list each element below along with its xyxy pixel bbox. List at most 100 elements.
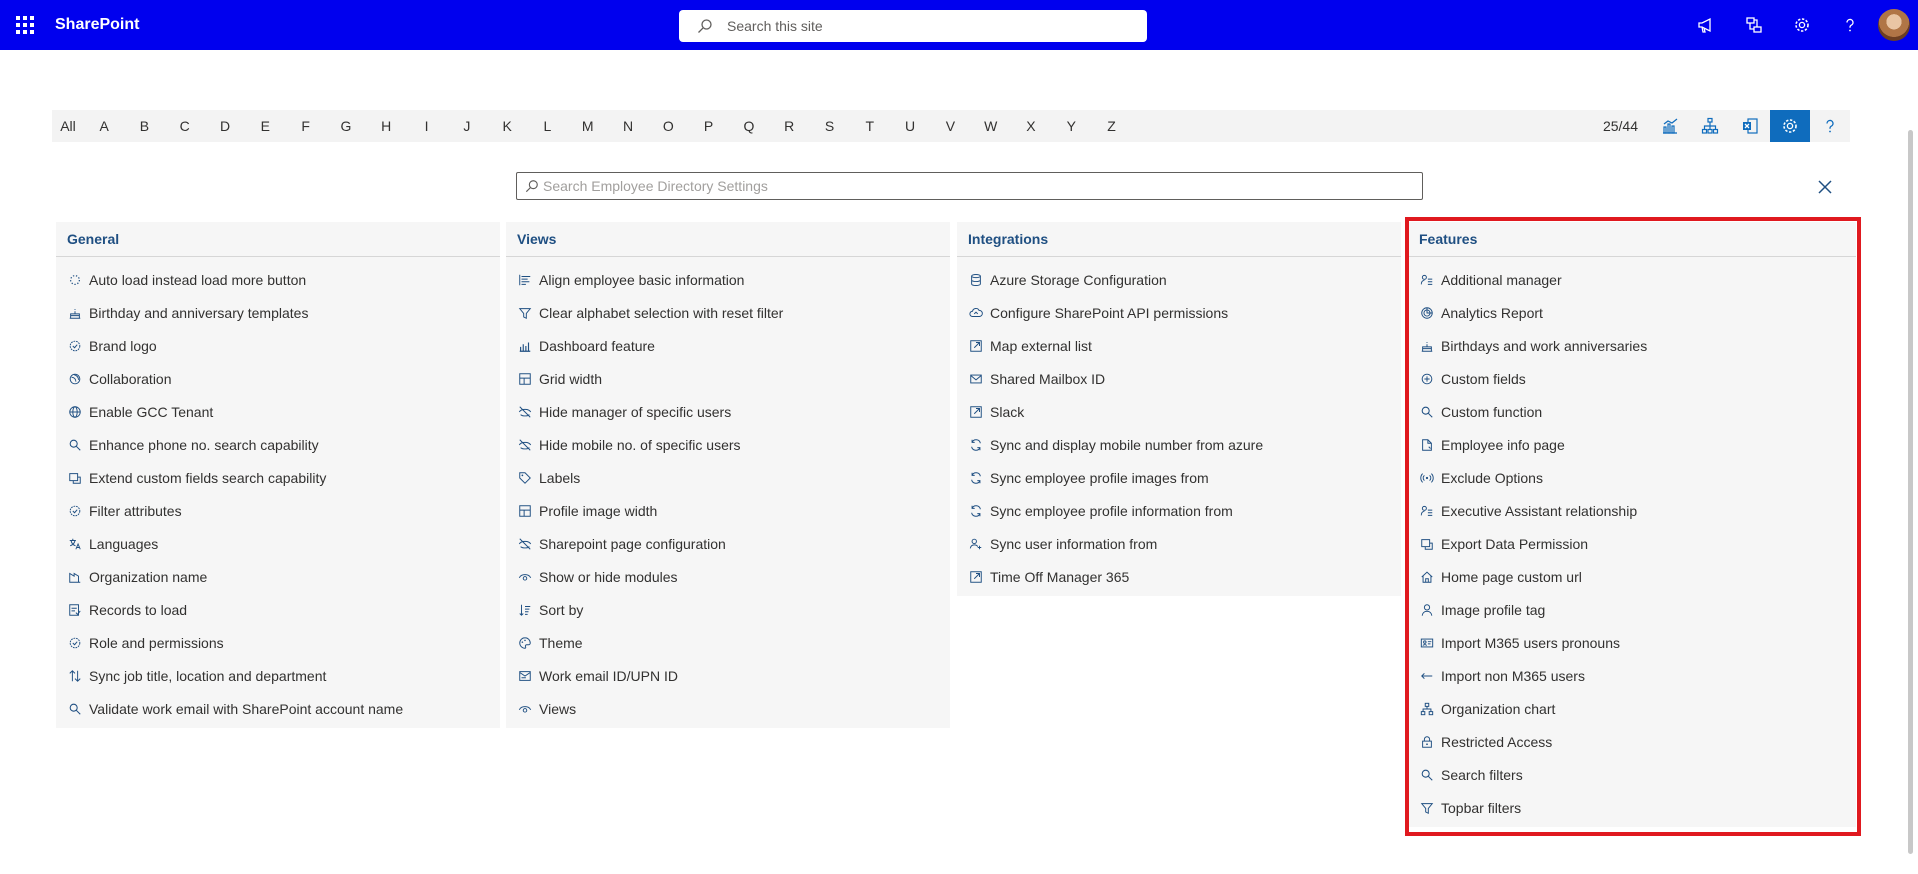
settings-item[interactable]: Birthdays and work anniversaries (1408, 329, 1856, 362)
alphabet-letter-w[interactable]: W (971, 118, 1011, 134)
settings-item[interactable]: Records to load (56, 593, 500, 626)
alphabet-letter-r[interactable]: R (769, 118, 809, 134)
alphabet-letter-e[interactable]: E (245, 118, 285, 134)
avatar[interactable] (1878, 9, 1910, 41)
settings-item[interactable]: Import M365 users pronouns (1408, 626, 1856, 659)
settings-item[interactable]: Import non M365 users (1408, 659, 1856, 692)
settings-item[interactable]: Sync employee profile information from (957, 494, 1401, 527)
settings-item[interactable]: Sort by (506, 593, 950, 626)
settings-item[interactable]: Image profile tag (1408, 593, 1856, 626)
settings-item[interactable]: Extend custom fields search capability (56, 461, 500, 494)
settings-item[interactable]: Export Data Permission (1408, 527, 1856, 560)
alphabet-letter-c[interactable]: C (165, 118, 205, 134)
alphabet-letter-m[interactable]: M (568, 118, 608, 134)
settings-item[interactable]: Azure Storage Configuration (957, 263, 1401, 296)
alphabet-letter-n[interactable]: N (608, 118, 648, 134)
settings-item[interactable]: Executive Assistant relationship (1408, 494, 1856, 527)
settings-item[interactable]: Work email ID/UPN ID (506, 659, 950, 692)
org-chart-button[interactable] (1690, 110, 1730, 142)
settings-item[interactable]: Collaboration (56, 362, 500, 395)
settings-item[interactable]: Sync job title, location and department (56, 659, 500, 692)
settings-toggle-button[interactable] (1770, 110, 1810, 142)
settings-item[interactable]: Hide manager of specific users (506, 395, 950, 428)
alphabet-letter-f[interactable]: F (285, 118, 325, 134)
settings-item[interactable]: Brand logo (56, 329, 500, 362)
settings-item[interactable]: Sync employee profile images from (957, 461, 1401, 494)
settings-item[interactable]: Sync user information from (957, 527, 1401, 560)
settings-item[interactable]: Employee info page (1408, 428, 1856, 461)
site-search-box[interactable]: Search this site (679, 10, 1147, 42)
settings-item[interactable]: Topbar filters (1408, 791, 1856, 824)
help-toggle-button[interactable] (1810, 110, 1850, 142)
settings-item[interactable]: Auto load instead load more button (56, 263, 500, 296)
settings-item[interactable]: Role and permissions (56, 626, 500, 659)
alphabet-letter-p[interactable]: P (688, 118, 728, 134)
alphabet-letter-j[interactable]: J (447, 118, 487, 134)
settings-item[interactable]: Validate work email with SharePoint acco… (56, 692, 500, 725)
settings-item[interactable]: Map external list (957, 329, 1401, 362)
alphabet-letter-v[interactable]: V (930, 118, 970, 134)
settings-item[interactable]: Birthday and anniversary templates (56, 296, 500, 329)
help-button[interactable] (1826, 0, 1874, 50)
alphabet-letter-a[interactable]: A (84, 118, 124, 134)
settings-item[interactable]: Search filters (1408, 758, 1856, 791)
settings-item[interactable]: Enable GCC Tenant (56, 395, 500, 428)
settings-item[interactable]: Show or hide modules (506, 560, 950, 593)
settings-item[interactable]: Custom fields (1408, 362, 1856, 395)
alphabet-letter-q[interactable]: Q (729, 118, 769, 134)
settings-item[interactable]: Configure SharePoint API permissions (957, 296, 1401, 329)
settings-item[interactable]: Sync and display mobile number from azur… (957, 428, 1401, 461)
alphabet-letter-z[interactable]: Z (1091, 118, 1131, 134)
alphabet-letter-b[interactable]: B (124, 118, 164, 134)
settings-item[interactable]: Time Off Manager 365 (957, 560, 1401, 593)
alphabet-letter-i[interactable]: I (406, 118, 446, 134)
share-button[interactable] (1730, 0, 1778, 50)
settings-item-label: Executive Assistant relationship (1441, 502, 1638, 519)
settings-item[interactable]: Filter attributes (56, 494, 500, 527)
settings-item[interactable]: Dashboard feature (506, 329, 950, 362)
page-scrollbar[interactable] (1908, 130, 1913, 854)
settings-item[interactable]: Additional manager (1408, 263, 1856, 296)
alphabet-letter-u[interactable]: U (890, 118, 930, 134)
settings-item[interactable]: Home page custom url (1408, 560, 1856, 593)
settings-item[interactable]: Restricted Access (1408, 725, 1856, 758)
extend-icon (1419, 536, 1435, 552)
settings-item[interactable]: Hide mobile no. of specific users (506, 428, 950, 461)
alphabet-letter-l[interactable]: L (527, 118, 567, 134)
app-launcher-button[interactable] (0, 0, 50, 50)
settings-item[interactable]: Organization chart (1408, 692, 1856, 725)
settings-item[interactable]: Sharepoint page configuration (506, 527, 950, 560)
settings-item[interactable]: Profile image width (506, 494, 950, 527)
settings-item[interactable]: Slack (957, 395, 1401, 428)
settings-item[interactable]: Custom function (1408, 395, 1856, 428)
settings-item[interactable]: Grid width (506, 362, 950, 395)
settings-search-input[interactable] (543, 178, 1393, 194)
settings-item[interactable]: Exclude Options (1408, 461, 1856, 494)
close-settings-button[interactable] (1812, 174, 1838, 200)
settings-item[interactable]: Shared Mailbox ID (957, 362, 1401, 395)
settings-item[interactable]: Theme (506, 626, 950, 659)
alphabet-letter-x[interactable]: X (1011, 118, 1051, 134)
alphabet-letter-s[interactable]: S (809, 118, 849, 134)
settings-item[interactable]: Languages (56, 527, 500, 560)
settings-item[interactable]: Organization name (56, 560, 500, 593)
megaphone-button[interactable] (1682, 0, 1730, 50)
alphabet-letter-g[interactable]: G (326, 118, 366, 134)
alphabet-letter-h[interactable]: H (366, 118, 406, 134)
settings-item[interactable]: Analytics Report (1408, 296, 1856, 329)
alphabet-letter-t[interactable]: T (850, 118, 890, 134)
settings-item[interactable]: Labels (506, 461, 950, 494)
settings-item[interactable]: Align employee basic information (506, 263, 950, 296)
alphabet-letter-k[interactable]: K (487, 118, 527, 134)
export-excel-button[interactable] (1730, 110, 1770, 142)
alphabet-letter-o[interactable]: O (648, 118, 688, 134)
settings-item[interactable]: Clear alphabet selection with reset filt… (506, 296, 950, 329)
alphabet-letter-y[interactable]: Y (1051, 118, 1091, 134)
analytics-button[interactable] (1650, 110, 1690, 142)
settings-item[interactable]: Views (506, 692, 950, 725)
settings-button[interactable] (1778, 0, 1826, 50)
settings-item[interactable]: Enhance phone no. search capability (56, 428, 500, 461)
alphabet-letter-d[interactable]: D (205, 118, 245, 134)
brand-link[interactable]: SharePoint (55, 16, 139, 34)
alphabet-letter-all[interactable]: All (52, 118, 84, 134)
